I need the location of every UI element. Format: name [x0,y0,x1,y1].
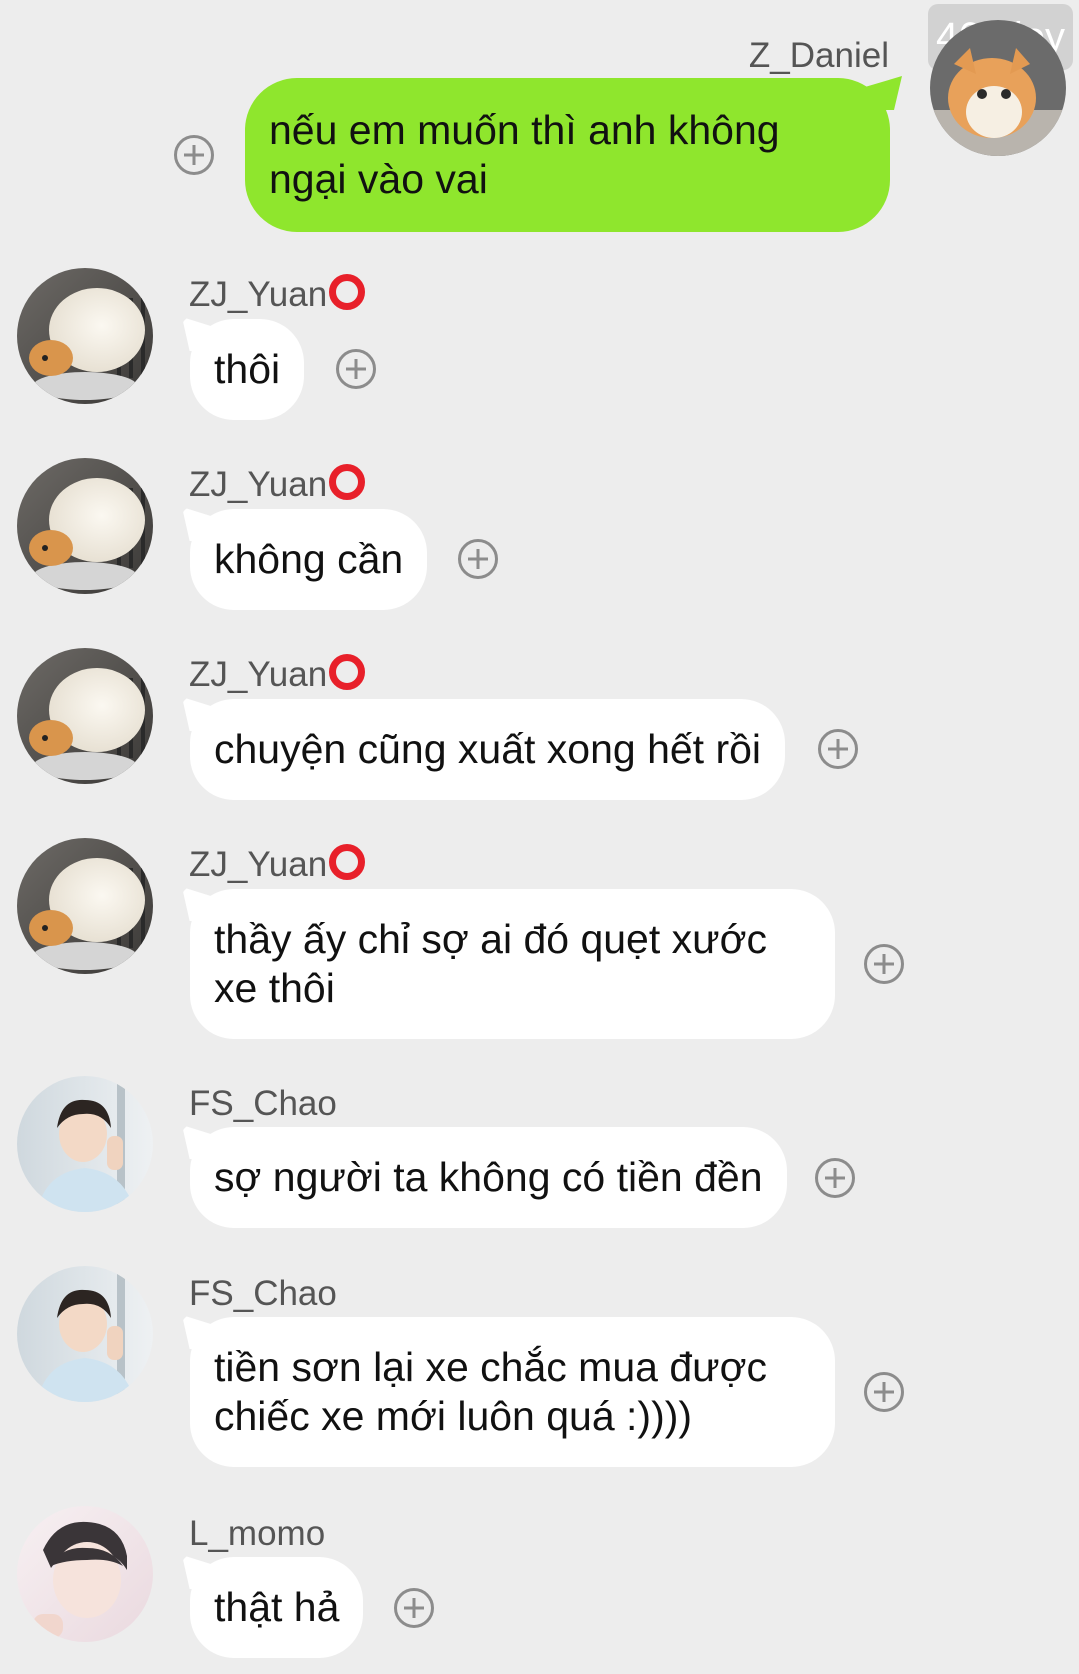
sender-name: ZJ_Yuan [189,654,366,695]
sender-name: ZJ_Yuan [189,274,366,315]
avatar[interactable] [17,648,153,784]
sender-name: ZJ_Yuan [189,844,366,885]
message-text: sợ người ta không có tiền đền [214,1154,763,1200]
message-bubble[interactable]: nếu em muốn thì anh không ngại vào vai [245,78,890,232]
message-text: thôi [214,346,281,392]
red-ring-icon [329,274,366,310]
add-reaction-button[interactable] [458,539,498,579]
add-reaction-button[interactable] [818,729,858,769]
sender-name: ZJ_Yuan [189,464,366,505]
message-text: thật hả [214,1584,340,1630]
avatar[interactable] [17,838,153,974]
add-reaction-button[interactable] [815,1158,855,1198]
add-reaction-button[interactable] [336,349,376,389]
avatar[interactable] [17,1266,153,1402]
red-ring-icon [329,464,366,500]
message-bubble[interactable]: chuyện cũng xuất xong hết rồi [190,699,786,800]
chat-thread: 461 joy Z_Daniel nếu em muốn thì anh khô… [0,0,1079,1674]
message-text: nếu em muốn thì anh không ngại vào vai [269,107,780,202]
sender-name: L_momo [189,1514,326,1553]
message-text: không cần [214,536,404,582]
add-reaction-button[interactable] [864,1372,904,1412]
avatar[interactable] [17,1076,153,1212]
avatar[interactable] [930,20,1066,156]
message-bubble[interactable]: không cần [190,509,428,610]
add-reaction-button[interactable] [864,944,904,984]
avatar[interactable] [17,458,153,594]
sender-name: FS_Chao [189,1084,337,1123]
message-bubble[interactable]: sợ người ta không có tiền đền [190,1127,787,1228]
sender-name: FS_Chao [189,1274,337,1313]
avatar[interactable] [17,1506,153,1642]
add-reaction-button[interactable] [174,135,214,175]
message-text: thầy ấy chỉ sợ ai đó quẹt xước xe thôi [214,916,767,1011]
sender-name: Z_Daniel [748,36,889,75]
add-reaction-button[interactable] [394,1588,434,1628]
message-bubble[interactable]: thôi [190,319,305,420]
message-text: chuyện cũng xuất xong hết rồi [214,726,762,772]
red-ring-icon [329,844,366,880]
avatar[interactable] [17,268,153,404]
message-bubble[interactable]: tiền sơn lại xe chắc mua được chiếc xe m… [190,1317,835,1467]
message-bubble[interactable]: thật hả [190,1557,364,1658]
message-text: tiền sơn lại xe chắc mua được chiếc xe m… [214,1344,767,1439]
message-bubble[interactable]: thầy ấy chỉ sợ ai đó quẹt xước xe thôi [190,889,835,1039]
red-ring-icon [329,654,366,690]
